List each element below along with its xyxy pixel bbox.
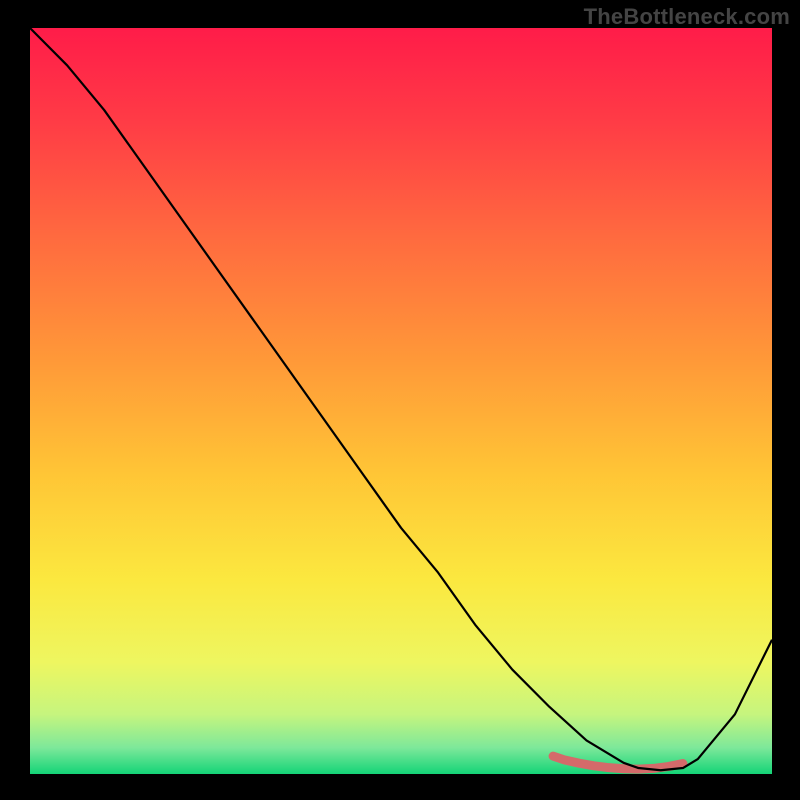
plot-background xyxy=(30,28,772,774)
watermark-text: TheBottleneck.com xyxy=(584,4,790,30)
bottleneck-chart xyxy=(0,0,800,800)
chart-container: TheBottleneck.com xyxy=(0,0,800,800)
